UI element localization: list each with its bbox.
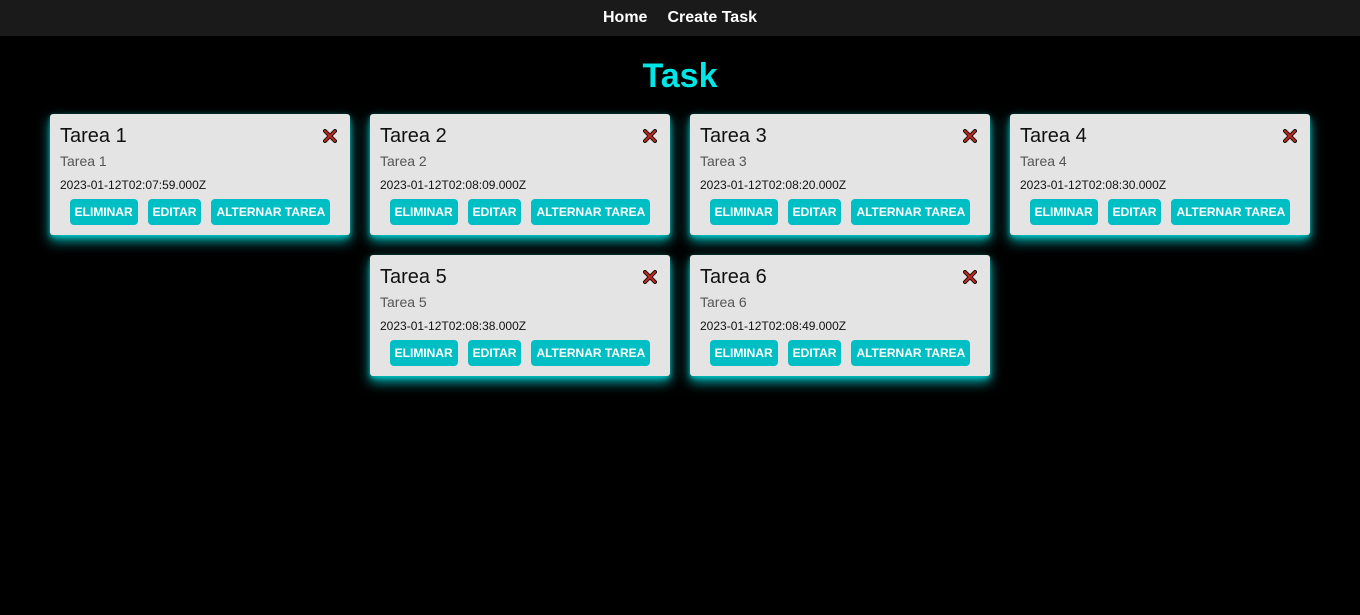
delete-button[interactable]: ELIMINAR (709, 340, 778, 366)
close-icon[interactable] (640, 267, 660, 287)
task-description: Tarea 4 (1020, 153, 1067, 169)
delete-button[interactable]: ELIMINAR (69, 199, 138, 225)
task-date: 2023-01-12T02:08:20.000Z (700, 178, 847, 192)
task-description: Tarea 1 (60, 153, 107, 169)
delete-button[interactable]: ELIMINAR (1029, 199, 1098, 225)
toggle-task-button[interactable]: ALTERNAR TAREA (851, 340, 971, 366)
task-card: Tarea 3 Tarea 3 2023-01-12T02:08:20.000Z… (690, 114, 990, 235)
close-icon[interactable] (320, 126, 340, 146)
delete-button[interactable]: ELIMINAR (709, 199, 778, 225)
task-card: Tarea 6 Tarea 6 2023-01-12T02:08:49.000Z… (690, 255, 990, 376)
edit-button[interactable]: EDITAR (787, 340, 842, 366)
task-title: Tarea 5 (380, 266, 447, 288)
task-card: Tarea 2 Tarea 2 2023-01-12T02:08:09.000Z… (370, 114, 670, 235)
toggle-task-button[interactable]: ALTERNAR TAREA (531, 340, 651, 366)
edit-button[interactable]: EDITAR (467, 199, 522, 225)
task-date: 2023-01-12T02:08:09.000Z (380, 178, 527, 192)
task-description: Tarea 2 (380, 153, 427, 169)
task-title: Tarea 3 (700, 125, 767, 147)
task-date: 2023-01-12T02:08:49.000Z (700, 319, 847, 333)
close-icon[interactable] (960, 126, 980, 146)
task-title: Tarea 2 (380, 125, 447, 147)
task-card: Tarea 4 Tarea 4 2023-01-12T02:08:30.000Z… (1010, 114, 1310, 235)
nav-home-link[interactable]: Home (603, 9, 647, 27)
task-card: Tarea 5 Tarea 5 2023-01-12T02:08:38.000Z… (370, 255, 670, 376)
task-date: 2023-01-12T02:08:38.000Z (380, 319, 527, 333)
task-title: Tarea 4 (1020, 125, 1087, 147)
close-icon[interactable] (1280, 126, 1300, 146)
task-date: 2023-01-12T02:08:30.000Z (1020, 178, 1167, 192)
toggle-task-button[interactable]: ALTERNAR TAREA (1171, 199, 1291, 225)
task-description: Tarea 6 (700, 294, 747, 310)
task-date: 2023-01-12T02:07:59.000Z (60, 178, 207, 192)
task-title: Tarea 6 (700, 266, 767, 288)
edit-button[interactable]: EDITAR (1107, 199, 1162, 225)
task-description: Tarea 3 (700, 153, 747, 169)
toggle-task-button[interactable]: ALTERNAR TAREA (211, 199, 331, 225)
nav-create-task-link[interactable]: Create Task (667, 9, 757, 27)
toggle-task-button[interactable]: ALTERNAR TAREA (531, 199, 651, 225)
close-icon[interactable] (960, 267, 980, 287)
edit-button[interactable]: EDITAR (467, 340, 522, 366)
edit-button[interactable]: EDITAR (787, 199, 842, 225)
toggle-task-button[interactable]: ALTERNAR TAREA (851, 199, 971, 225)
task-title: Tarea 1 (60, 125, 127, 147)
task-description: Tarea 5 (380, 294, 427, 310)
page-title: Task (642, 57, 718, 95)
close-icon[interactable] (640, 126, 660, 146)
delete-button[interactable]: ELIMINAR (389, 340, 458, 366)
navbar: Home Create Task (0, 0, 1360, 36)
edit-button[interactable]: EDITAR (147, 199, 202, 225)
delete-button[interactable]: ELIMINAR (389, 199, 458, 225)
task-card: Tarea 1 Tarea 1 2023-01-12T02:07:59.000Z… (50, 114, 350, 235)
